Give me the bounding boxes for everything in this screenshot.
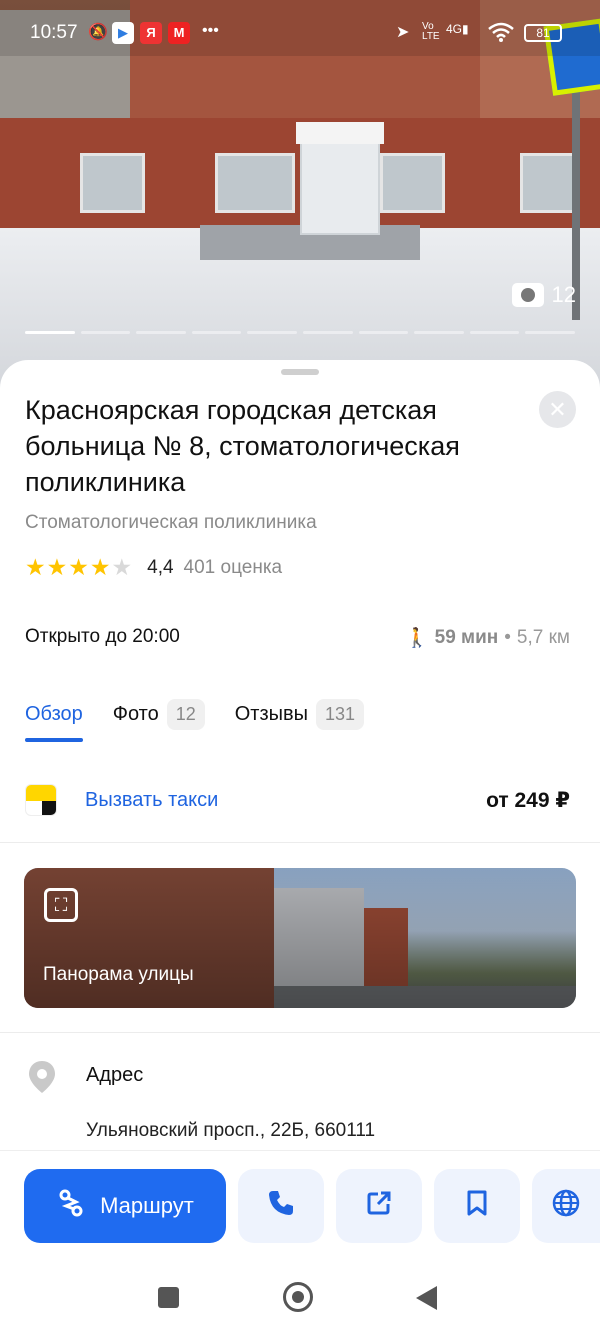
taxi-price: от 249 ₽: [486, 788, 570, 812]
tab-label: Фото: [112, 702, 159, 725]
yandex-taxi-icon: [25, 784, 57, 816]
route-icon: [56, 1188, 86, 1224]
photo-progress-segment: [136, 331, 186, 334]
location-arrow-icon: ➤: [396, 24, 410, 41]
star-icon: ★: [25, 554, 47, 580]
rating-stars: ★★★★★: [25, 554, 133, 581]
action-bar: Маршрут: [0, 1150, 600, 1260]
photo-progress-segment: [414, 331, 464, 334]
wifi-icon: [488, 22, 514, 47]
divider: [0, 842, 600, 843]
photo-progress-segment: [469, 331, 520, 334]
place-photo[interactable]: 10:57 🔕 ▶ Я М ••• ➤ Vo LTE 4G▮ 81 12: [0, 0, 600, 400]
star-icon: ★: [68, 554, 90, 580]
address-value[interactable]: Ульяновский просп., 22Б, 660111: [86, 1120, 375, 1142]
rating-count: 401 оценка: [183, 556, 283, 578]
distance: 5,7 км: [516, 627, 570, 648]
photo-porch-roof: [296, 122, 384, 144]
tab-label: Обзор: [25, 702, 83, 725]
photo-progress-segment: [525, 331, 575, 334]
opening-hours[interactable]: Открыто до 20:00: [25, 626, 180, 648]
close-button[interactable]: ✕: [539, 391, 576, 428]
website-globe-button[interactable]: [532, 1169, 600, 1243]
camera-icon: [511, 283, 544, 307]
star-icon: ★: [46, 554, 69, 580]
home-button[interactable]: [283, 1282, 313, 1312]
panorama-label: Панорама улицы: [43, 964, 194, 985]
website-button[interactable]: [336, 1169, 422, 1243]
place-category: Стоматологическая поликлиника: [25, 512, 317, 533]
drag-handle[interactable]: [281, 369, 319, 375]
walk-icon: 🚶: [404, 628, 429, 649]
address-title: Адрес: [86, 1064, 144, 1086]
external-link-icon: [366, 1190, 392, 1223]
photo-progress-segment: [247, 331, 297, 334]
taxi-label: Вызвать такси: [85, 788, 219, 811]
recents-button[interactable]: [158, 1287, 179, 1308]
photo-progress-segment: [302, 331, 353, 334]
yandex-icon: Я: [140, 22, 162, 44]
bookmark-icon: [466, 1190, 488, 1223]
place-title: Красноярская городская детская больница …: [25, 395, 460, 497]
globe-icon: [551, 1188, 581, 1225]
rating-row[interactable]: ★★★★★ 4,4 401 оценка: [25, 554, 282, 581]
walk-time: 59 мин: [434, 627, 499, 648]
system-nav-bar: [0, 1260, 600, 1332]
taxi-row[interactable]: Вызвать такси от 249 ₽: [25, 782, 570, 818]
star-icon: ★: [89, 554, 112, 580]
tab-reviews[interactable]: Отзывы 131: [234, 696, 365, 732]
star-half-icon: ★: [111, 554, 134, 580]
panorama-icon: ⛶: [44, 888, 78, 922]
divider: [0, 1032, 600, 1033]
signal-icon: 4G▮: [446, 22, 469, 36]
tabs: Обзор Фото 12 Отзывы 131: [25, 696, 394, 742]
phone-icon: [267, 1189, 295, 1224]
close-icon: ✕: [548, 397, 567, 422]
more-notifications-icon: •••: [202, 22, 219, 39]
photo-progress-segment: [80, 331, 131, 334]
distance-separator: •: [504, 627, 511, 648]
photo-count[interactable]: 12: [511, 282, 576, 308]
app-notification-icon: М: [168, 22, 190, 44]
route-button[interactable]: Маршрут: [24, 1169, 226, 1243]
bookmark-button[interactable]: [434, 1169, 520, 1243]
travel-info[interactable]: 🚶 59 мин • 5,7 км: [405, 626, 570, 650]
photo-count-value: 12: [551, 282, 576, 307]
route-label: Маршрут: [100, 1193, 194, 1218]
tab-badge: 12: [166, 698, 205, 730]
photo-progress-segment: [358, 331, 409, 334]
battery-indicator: 81: [524, 24, 562, 42]
volte-icon: Vo LTE: [422, 21, 440, 42]
location-pin-icon: [28, 1060, 56, 1094]
street-panorama[interactable]: ⛶ Панорама улицы: [24, 868, 576, 1008]
tab-badge: 131: [316, 698, 365, 730]
photo-progress-segment: [191, 331, 242, 334]
rating-value: 4,4: [147, 556, 174, 578]
status-time: 10:57: [30, 22, 78, 43]
tab-label: Отзывы: [234, 702, 309, 725]
play-store-icon: ▶: [112, 22, 134, 44]
status-bar: 10:57 🔕 ▶ Я М ••• ➤ Vo LTE 4G▮ 81: [0, 0, 600, 60]
call-button[interactable]: [238, 1169, 324, 1243]
tab-photos[interactable]: Фото 12: [113, 696, 205, 732]
tab-overview[interactable]: Обзор: [25, 696, 83, 742]
alarm-off-icon: 🔕: [88, 24, 108, 41]
photo-progress-segment: [25, 331, 75, 334]
photo-progress: [25, 331, 575, 335]
back-button[interactable]: [416, 1286, 437, 1310]
photo-sign-pole: [572, 60, 580, 320]
